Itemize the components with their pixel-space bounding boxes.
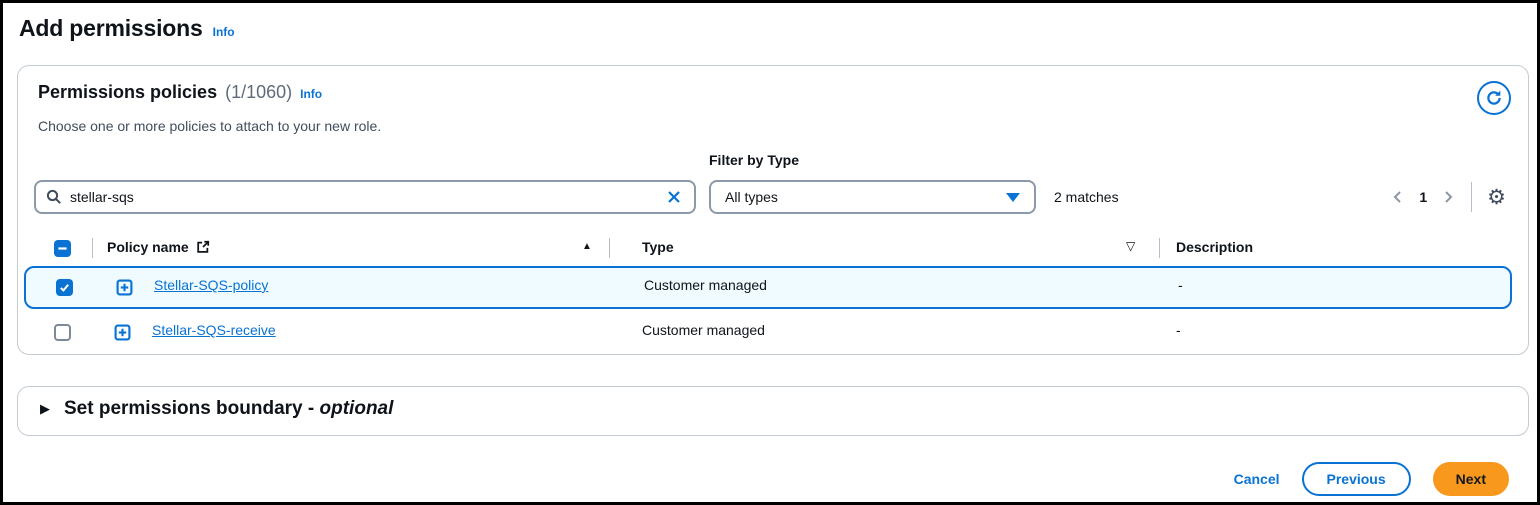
policy-search-box — [34, 180, 696, 214]
policy-type-cell: Customer managed — [644, 277, 767, 293]
footer-actions: Cancel Previous Next — [1234, 462, 1509, 496]
filter-type-value: All types — [725, 189, 778, 205]
page-title: Add permissions — [19, 15, 203, 42]
table-row[interactable]: Stellar-SQS-policy Customer managed - — [24, 266, 1512, 309]
sort-ascending-icon[interactable]: ▲ — [582, 241, 592, 252]
policy-description-cell: - — [1176, 322, 1181, 338]
expand-row-icon[interactable] — [116, 279, 133, 296]
refresh-button[interactable] — [1477, 81, 1511, 115]
matches-count: 2 matches — [1054, 189, 1119, 205]
panel-info-link[interactable]: Info — [300, 87, 322, 101]
policy-type-cell: Customer managed — [642, 322, 765, 338]
row-checkbox-checked[interactable] — [56, 279, 73, 296]
page-info-link[interactable]: Info — [213, 25, 235, 39]
select-all-checkbox[interactable] — [54, 240, 71, 257]
pagination: 1 ⚙ — [1390, 180, 1506, 214]
chevron-down-icon — [1006, 193, 1020, 202]
column-header-description[interactable]: Description — [1176, 239, 1253, 255]
panel-description: Choose one or more policies to attach to… — [38, 118, 381, 134]
divider — [1471, 182, 1472, 212]
previous-button[interactable]: Previous — [1302, 462, 1411, 496]
permissions-boundary-panel: ▶ Set permissions boundary - optional — [17, 386, 1529, 436]
column-header-type[interactable]: Type — [642, 239, 674, 255]
table-row[interactable]: Stellar-SQS-receive Customer managed - — [24, 311, 1512, 354]
row-checkbox-unchecked[interactable] — [54, 324, 71, 341]
filter-type-select[interactable]: All types — [709, 180, 1036, 214]
policy-name-link[interactable]: Stellar-SQS-receive — [152, 322, 276, 338]
search-input[interactable] — [70, 189, 656, 205]
next-button[interactable]: Next — [1433, 462, 1509, 496]
page-header: Add permissions Info — [19, 15, 235, 42]
sort-icon[interactable]: ▽ — [1126, 239, 1135, 253]
boundary-optional-label: optional — [320, 398, 394, 419]
expand-row-icon[interactable] — [114, 324, 131, 341]
gear-icon[interactable]: ⚙ — [1487, 187, 1506, 208]
panel-counter: (1/1060) — [225, 82, 292, 103]
previous-page-icon[interactable] — [1390, 189, 1406, 205]
divider — [609, 238, 610, 258]
policy-name-link[interactable]: Stellar-SQS-policy — [154, 277, 268, 293]
clear-search-icon[interactable] — [664, 187, 684, 207]
boundary-title: Set permissions boundary - — [64, 398, 314, 419]
external-link-icon — [196, 240, 210, 254]
refresh-icon — [1485, 89, 1503, 107]
column-header-policy-name[interactable]: Policy name — [107, 239, 210, 255]
panel-title: Permissions policies — [38, 82, 217, 103]
boundary-expander[interactable]: ▶ Set permissions boundary - optional — [18, 387, 1528, 431]
filter-by-type-label: Filter by Type — [709, 152, 799, 168]
expand-triangle-icon: ▶ — [40, 401, 50, 417]
divider — [92, 238, 93, 258]
current-page-number[interactable]: 1 — [1417, 189, 1429, 205]
table-header: Policy name ▲ Type ▽ Description — [38, 230, 1510, 266]
search-icon — [46, 189, 62, 205]
cancel-button[interactable]: Cancel — [1234, 471, 1280, 487]
permissions-policies-panel: Permissions policies (1/1060) Info Choos… — [17, 65, 1529, 355]
policy-description-cell: - — [1178, 277, 1183, 293]
add-permissions-page: Add permissions Info Permissions policie… — [0, 0, 1540, 505]
divider — [1159, 238, 1160, 258]
panel-header: Permissions policies (1/1060) Info — [38, 82, 322, 103]
next-page-icon[interactable] — [1440, 189, 1456, 205]
